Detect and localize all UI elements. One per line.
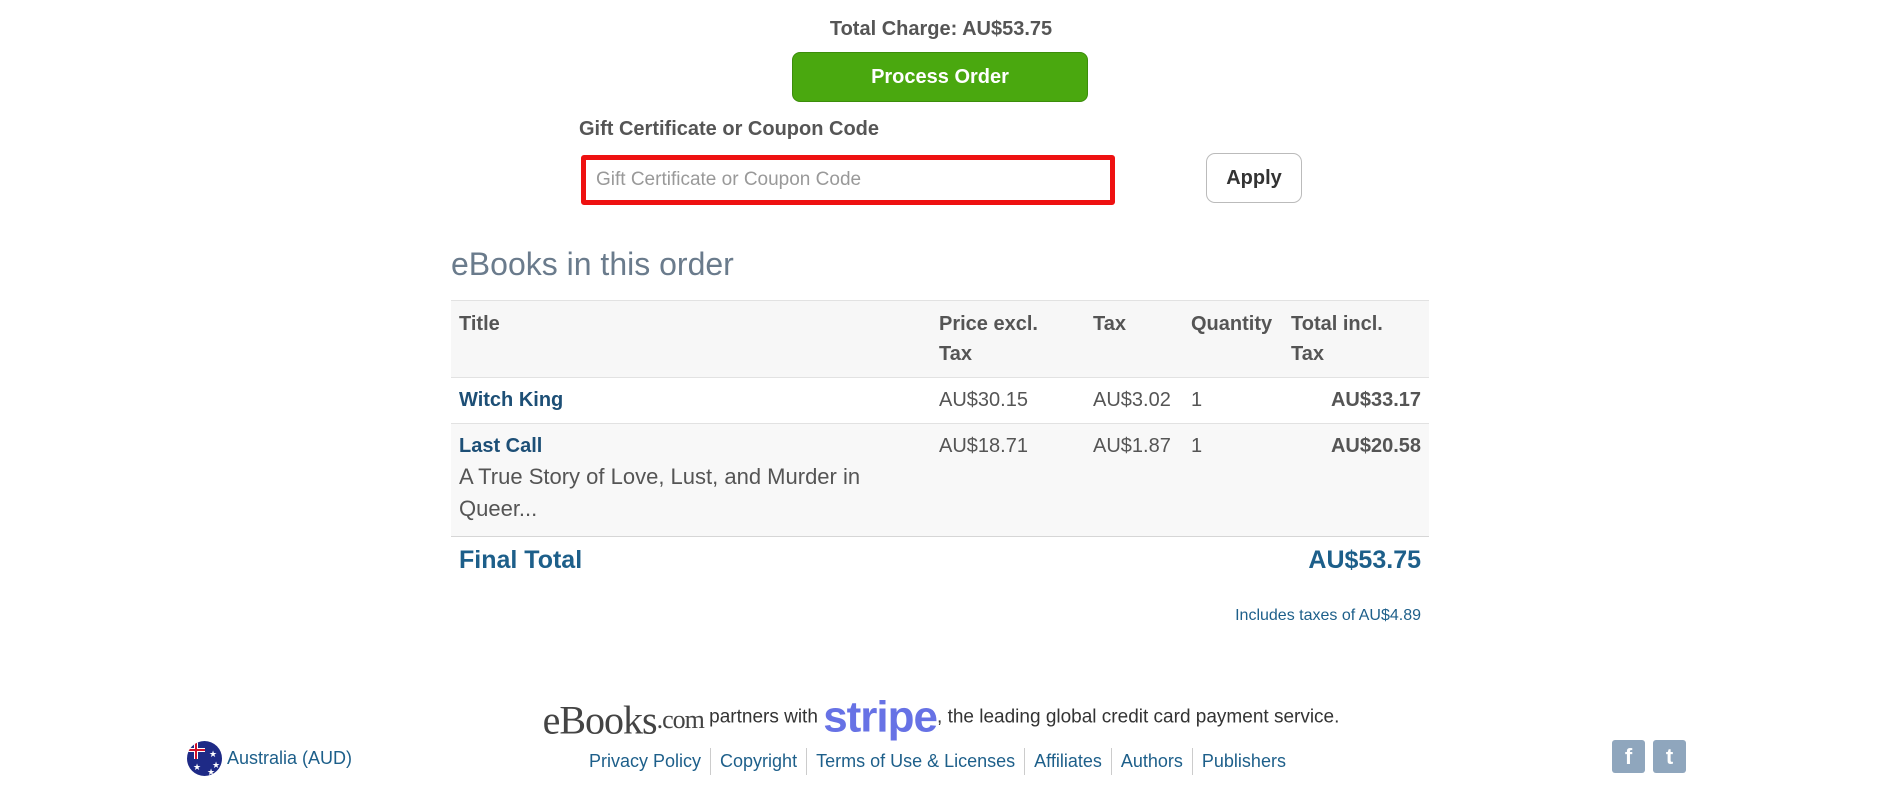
item-total: AU$20.58: [1330, 435, 1421, 457]
item-tax: AU$1.87: [1093, 435, 1171, 457]
ebooks-logo-main: eBooks: [542, 697, 658, 743]
ebooks-logo: eBooks.com: [543, 693, 705, 742]
column-header-quantity: Quantity: [1191, 313, 1273, 335]
affiliates-link[interactable]: Affiliates: [1024, 748, 1111, 775]
table-row: Witch King AU$30.15 AU$3.02 1 AU$33.17: [451, 377, 1429, 423]
footer-links: Privacy Policy Copyright Terms of Use & …: [580, 748, 1295, 775]
terms-link[interactable]: Terms of Use & Licenses: [806, 748, 1024, 775]
item-price: AU$30.15: [939, 389, 1028, 411]
twitter-icon[interactable]: t: [1653, 740, 1686, 773]
table-header-row: Title Price excl. Tax Tax Quantity Total…: [451, 300, 1429, 377]
book-title-link[interactable]: Last Call: [459, 431, 542, 461]
facebook-icon[interactable]: f: [1612, 740, 1645, 773]
locale-label: Australia (AUD): [227, 748, 353, 768]
column-header-total-line1: Total incl.: [1291, 313, 1383, 335]
column-header-price-line1: Price excl.: [939, 313, 1038, 335]
column-header-tax: Tax: [1093, 313, 1126, 335]
authors-link[interactable]: Authors: [1110, 748, 1192, 775]
order-table: Title Price excl. Tax Tax Quantity Total…: [451, 300, 1429, 624]
table-row: Last Call A True Story of Love, Lust, an…: [451, 423, 1429, 536]
column-header-title: Title: [459, 313, 500, 335]
coupon-label: Gift Certificate or Coupon Code: [579, 118, 879, 140]
book-subtitle: A True Story of Love, Lust, and Murder i…: [459, 464, 861, 521]
final-total-label: Final Total: [459, 546, 583, 574]
item-total: AU$33.17: [1330, 389, 1421, 411]
apply-button[interactable]: Apply: [1206, 153, 1302, 203]
coupon-input[interactable]: [581, 155, 1115, 205]
ebooks-logo-suffix: .com: [656, 704, 705, 734]
locale-selector[interactable]: ★ ★ ★ ★ Australia (AUD): [187, 741, 352, 776]
copyright-link[interactable]: Copyright: [710, 748, 806, 775]
includes-taxes-note: Includes taxes of AU$4.89: [1235, 607, 1421, 624]
order-section-title: eBooks in this order: [451, 246, 734, 282]
column-header-price: Price excl. Tax: [939, 309, 1038, 369]
column-header-price-line2: Tax: [939, 343, 972, 365]
item-tax: AU$3.02: [1093, 389, 1171, 411]
australia-flag-icon: ★ ★ ★ ★: [187, 741, 222, 776]
final-total-value: AU$53.75: [1308, 546, 1421, 574]
service-text: , the leading global credit card payment…: [937, 706, 1340, 728]
publishers-link[interactable]: Publishers: [1191, 748, 1295, 775]
column-header-total-line2: Tax: [1291, 343, 1324, 365]
stripe-logo: stripe: [823, 692, 938, 742]
privacy-policy-link[interactable]: Privacy Policy: [580, 748, 710, 775]
item-price: AU$18.71: [939, 435, 1028, 457]
item-quantity: 1: [1191, 435, 1203, 457]
social-links: f t: [1612, 740, 1686, 773]
total-charge: Total Charge: AU$53.75: [829, 18, 1053, 40]
final-total-row: Final Total AU$53.75 Includes taxes of A…: [451, 536, 1429, 624]
payment-partners-line: eBooks.com partners with stripe, the lea…: [0, 692, 1882, 743]
item-quantity: 1: [1191, 389, 1203, 411]
column-header-total: Total incl. Tax: [1291, 309, 1383, 369]
process-order-button[interactable]: Process Order: [792, 52, 1088, 102]
book-title-link[interactable]: Witch King: [459, 385, 563, 415]
partners-text: partners with: [703, 706, 824, 728]
